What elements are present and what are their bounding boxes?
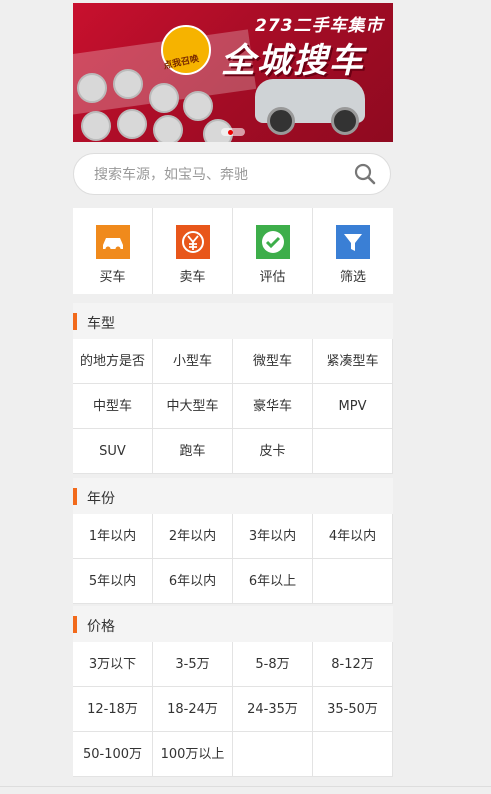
- price-option[interactable]: 8-12万: [313, 642, 393, 687]
- search-bar[interactable]: [73, 153, 391, 195]
- quick-label: 卖车: [179, 270, 206, 285]
- check-icon: [256, 225, 290, 259]
- banner-line2: 全城搜车: [221, 41, 365, 81]
- bottom-divider: [0, 786, 491, 787]
- empty-cell: [313, 732, 393, 777]
- accent-bar: [73, 313, 77, 330]
- search-input[interactable]: [92, 164, 346, 186]
- quick-actions: 买车 卖车 评估 筛选: [73, 208, 393, 294]
- type-option[interactable]: 中大型车: [153, 384, 233, 429]
- quick-evaluate[interactable]: 评估: [233, 208, 313, 294]
- yen-icon: [176, 225, 210, 259]
- section-title: 年份: [87, 491, 115, 507]
- year-option[interactable]: 1年以内: [73, 514, 153, 559]
- empty-cell: [233, 732, 313, 777]
- carousel-dot-active[interactable]: [228, 130, 233, 135]
- price-options: 3万以下 3-5万 5-8万 8-12万 12-18万 18-24万 24-35…: [73, 642, 393, 777]
- year-option[interactable]: 5年以内: [73, 559, 153, 604]
- quick-filter[interactable]: 筛选: [313, 208, 393, 294]
- price-option[interactable]: 100万以上: [153, 732, 233, 777]
- quick-buy-car[interactable]: 买车: [73, 208, 153, 294]
- quick-label: 评估: [259, 270, 286, 285]
- quick-label: 筛选: [339, 270, 366, 285]
- car-image: [255, 79, 365, 135]
- price-option[interactable]: 35-50万: [313, 687, 393, 732]
- year-option[interactable]: 3年以内: [233, 514, 313, 559]
- section-title: 价格: [87, 619, 115, 635]
- price-option[interactable]: 3-5万: [153, 642, 233, 687]
- type-options: 的地方是否 小型车 微型车 紧凑型车 中型车 中大型车 豪华车 MPV SUV …: [73, 339, 393, 474]
- section-title: 车型: [87, 316, 115, 332]
- quick-label: 买车: [99, 270, 126, 285]
- type-option[interactable]: MPV: [313, 384, 393, 429]
- year-options: 1年以内 2年以内 3年以内 4年以内 5年以内 6年以内 6年以上: [73, 514, 393, 604]
- empty-cell: [313, 559, 393, 604]
- type-option[interactable]: 皮卡: [233, 429, 313, 474]
- search-icon[interactable]: [354, 163, 376, 185]
- filter-icon: [336, 225, 370, 259]
- carousel-indicator[interactable]: [221, 128, 245, 136]
- car-icon: [96, 225, 130, 259]
- price-option[interactable]: 50-100万: [73, 732, 153, 777]
- type-option[interactable]: 中型车: [73, 384, 153, 429]
- type-option[interactable]: SUV: [73, 429, 153, 474]
- year-option[interactable]: 2年以内: [153, 514, 233, 559]
- type-option[interactable]: 小型车: [153, 339, 233, 384]
- price-option[interactable]: 18-24万: [153, 687, 233, 732]
- year-option[interactable]: 6年以上: [233, 559, 313, 604]
- type-option[interactable]: 紧凑型车: [313, 339, 393, 384]
- price-option[interactable]: 3万以下: [73, 642, 153, 687]
- year-option[interactable]: 6年以内: [153, 559, 233, 604]
- price-option[interactable]: 5-8万: [233, 642, 313, 687]
- type-option[interactable]: 微型车: [233, 339, 313, 384]
- type-option[interactable]: 豪华车: [233, 384, 313, 429]
- empty-cell: [313, 429, 393, 474]
- accent-bar: [73, 488, 77, 505]
- main-column: 点我召唤 273二手车集市 全城搜车 买车: [73, 3, 393, 777]
- price-option[interactable]: 12-18万: [73, 687, 153, 732]
- section-header-type: 车型: [73, 303, 393, 339]
- section-header-price: 价格: [73, 606, 393, 642]
- type-option[interactable]: 的地方是否: [73, 339, 153, 384]
- accent-bar: [73, 616, 77, 633]
- price-option[interactable]: 24-35万: [233, 687, 313, 732]
- year-option[interactable]: 4年以内: [313, 514, 393, 559]
- quick-sell-car[interactable]: 卖车: [153, 208, 233, 294]
- promo-banner[interactable]: 点我召唤 273二手车集市 全城搜车: [73, 3, 393, 142]
- type-option[interactable]: 跑车: [153, 429, 233, 474]
- section-header-year: 年份: [73, 478, 393, 514]
